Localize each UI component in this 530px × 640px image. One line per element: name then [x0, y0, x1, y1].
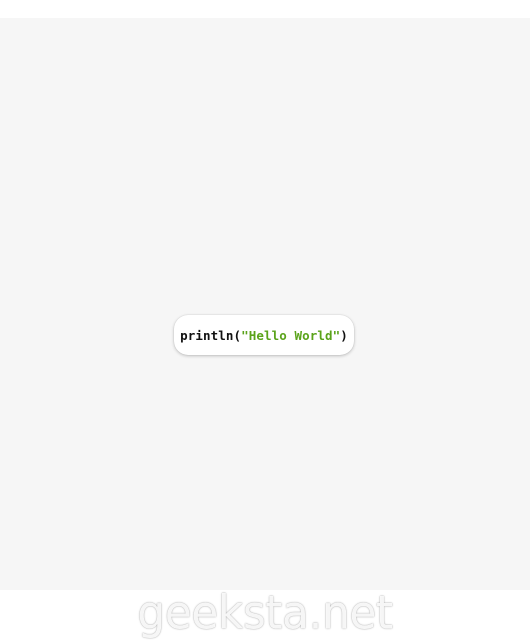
- watermark-text: geeksta.net: [137, 586, 393, 640]
- hello-world-sticker: println("Hello World"): [174, 315, 354, 355]
- code-function-call: println(: [180, 327, 242, 343]
- product-canvas: println("Hello World"): [0, 18, 530, 590]
- code-closing-paren: ): [340, 327, 348, 343]
- code-string-literal: "Hello World": [241, 327, 341, 343]
